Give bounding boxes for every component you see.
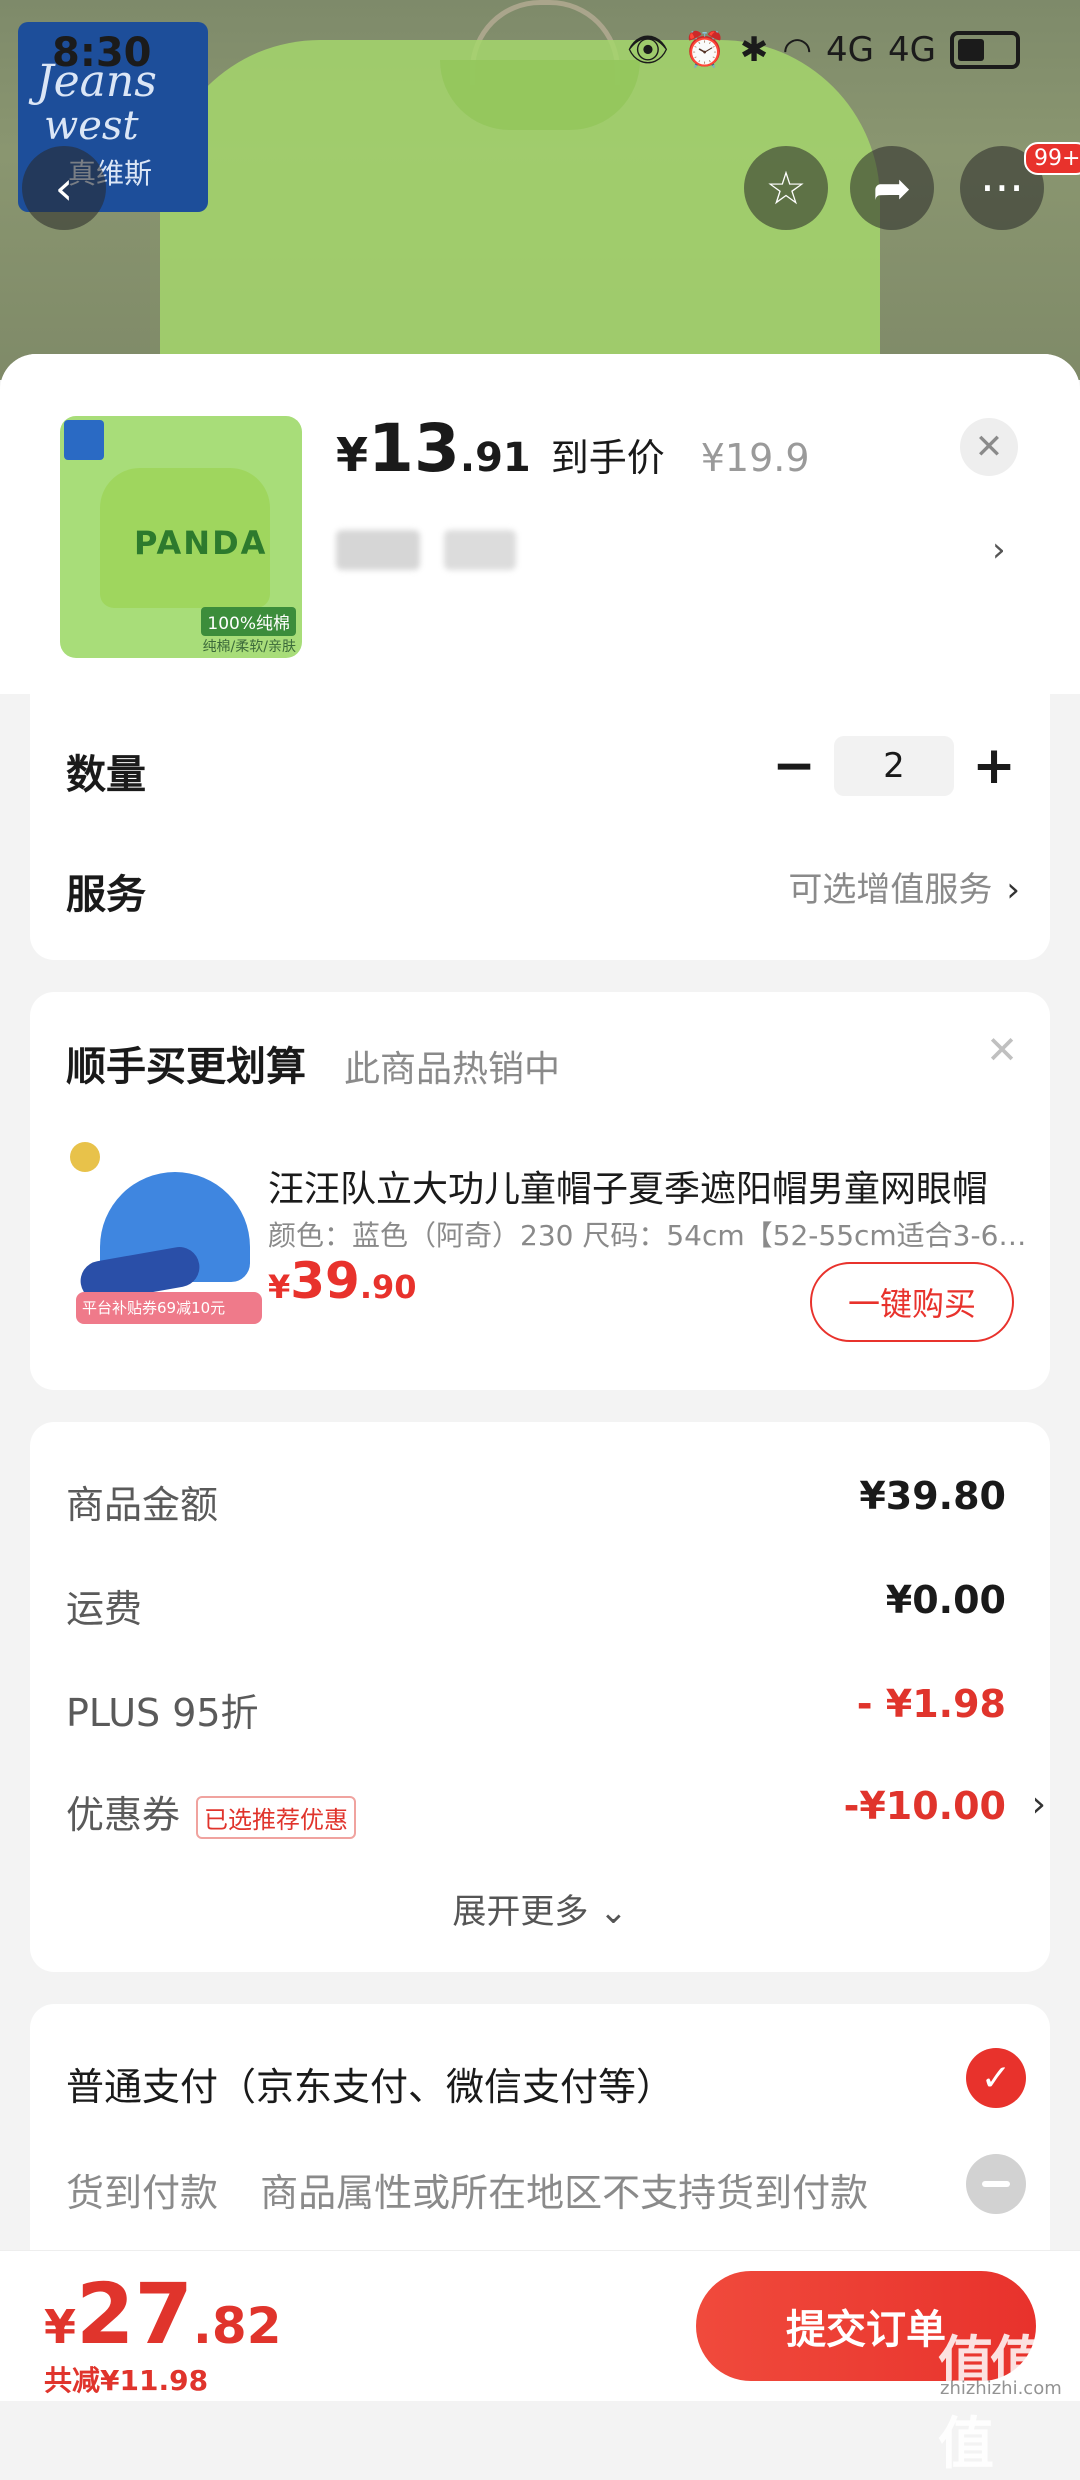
summary-label: 运费: [66, 1587, 143, 1631]
total-price: ¥ 27 .82: [44, 2265, 282, 2363]
summary-card: 商品金额 ¥39.80 运费 ¥0.00 PLUS 95折 - ¥1.98 优惠…: [30, 1422, 1050, 1972]
quantity-label: 数量: [66, 752, 146, 798]
service-label: 服务: [66, 872, 146, 918]
alarm-icon: ⏰: [683, 30, 726, 70]
expand-label: 展开更多: [452, 1892, 589, 1932]
service-selector[interactable]: 可选增值服务 ›: [788, 862, 1020, 911]
variant-blurred-1[interactable]: [336, 530, 420, 570]
summary-row-coupon[interactable]: 优惠券 已选推荐优惠 -¥10.00 ›: [66, 1784, 1046, 1839]
subsidy-tag: 平台补贴券69减10元: [76, 1292, 262, 1324]
share-icon: ➦: [872, 161, 912, 215]
status-time: 8:30: [52, 30, 152, 76]
price-label: 到手价: [550, 436, 665, 480]
payment-cod-note: 商品属性或所在地区不支持货到付款: [260, 2171, 869, 2215]
summary-value: - ¥1.98: [856, 1682, 1006, 1726]
recommend-subtitle: 此商品热销中: [344, 1049, 561, 1090]
battery-icon: [950, 31, 1020, 69]
recommend-item-spec: 颜色：蓝色（阿奇）230 尺码：54cm【52-55cm适合3-6岁】: [268, 1219, 1028, 1252]
recommend-title: 顺手买更划算: [66, 1044, 306, 1090]
price-currency: ¥: [336, 428, 369, 482]
coupon-tag: 已选推荐优惠: [196, 1796, 357, 1839]
more-icon: ···: [980, 161, 1024, 215]
options-card: 数量 − 2 + 服务 可选增值服务 ›: [30, 690, 1050, 960]
quantity-stepper: − 2 +: [764, 736, 1024, 796]
variant-blurred-2[interactable]: [444, 530, 516, 570]
summary-row-plus: PLUS 95折 - ¥1.98: [66, 1682, 1006, 1737]
close-icon: ✕: [974, 427, 1004, 467]
summary-label: 优惠券: [66, 1793, 181, 1837]
chevron-right-icon: ›: [1031, 1784, 1046, 1825]
thumb-cotton-sub: 纯棉/柔软/亲肤: [202, 639, 296, 655]
thumb-cotton-badge: 100%纯棉: [201, 607, 296, 636]
bottom-bar: ¥ 27 .82 共减¥11.98 提交订单: [0, 2250, 1080, 2401]
eye-icon: 👁: [626, 30, 670, 70]
summary-value: -¥10.00: [843, 1784, 1006, 1828]
back-button[interactable]: ‹: [22, 146, 106, 230]
total-currency: ¥: [44, 2300, 77, 2354]
summary-row-goods: 商品金额 ¥39.80: [66, 1474, 1006, 1529]
thumb-print-text: PANDA: [134, 524, 268, 562]
total-decimal: .82: [192, 2297, 282, 2355]
share-button[interactable]: ➦: [850, 146, 934, 230]
increment-button[interactable]: +: [964, 736, 1024, 796]
payment-normal-label: 普通支付（京东支付、微信支付等）: [66, 2065, 675, 2109]
disabled-icon: [966, 2154, 1026, 2214]
rec-price-dec: .90: [359, 1268, 417, 1306]
recommend-card: 顺手买更划算 此商品热销中 ✕ 平台补贴券69减10元 汪汪队立大功儿童帽子夏季…: [30, 992, 1050, 1390]
bluetooth-icon: ✱: [739, 30, 769, 70]
close-sheet-button[interactable]: ✕: [960, 418, 1018, 476]
signal-icon-2: 4G: [888, 30, 936, 70]
summary-label: PLUS 95折: [66, 1691, 259, 1735]
rec-currency: ¥: [268, 1268, 291, 1306]
price-integer: 13: [368, 410, 460, 487]
favorite-button[interactable]: ☆: [744, 146, 828, 230]
summary-row-shipping: 运费 ¥0.00: [66, 1578, 1006, 1633]
brand-mini-logo: [64, 420, 104, 460]
price-decimal: .91: [459, 435, 531, 481]
recommend-item-image[interactable]: 平台补贴券69减10元: [70, 1142, 266, 1332]
watermark: 值值值: [938, 2331, 1046, 2477]
payment-cod-label: 货到付款: [66, 2171, 219, 2215]
product-price: ¥ 13 .91 到手价 ¥19.9: [336, 410, 810, 487]
summary-value: ¥39.80: [859, 1474, 1006, 1518]
more-badge: 99+: [1024, 142, 1080, 175]
summary-value: ¥0.00: [885, 1578, 1006, 1622]
one-click-buy-button[interactable]: 一键购买: [810, 1262, 1014, 1342]
check-icon: ✓: [966, 2048, 1026, 2108]
chevron-right-icon[interactable]: ›: [992, 530, 1006, 570]
logo-line2: west: [44, 103, 139, 149]
wifi-icon: ◠: [782, 30, 813, 70]
payment-cod: 货到付款 商品属性或所在地区不支持货到付款: [66, 2154, 1026, 2217]
decrement-button[interactable]: −: [764, 736, 824, 796]
summary-label: 商品金额: [66, 1483, 219, 1527]
payment-normal[interactable]: 普通支付（京东支付、微信支付等） ✓: [66, 2048, 1026, 2111]
expand-more-button[interactable]: 展开更多 ⌄: [30, 1884, 1050, 1933]
quantity-value[interactable]: 2: [834, 736, 954, 796]
close-icon[interactable]: ✕: [986, 1028, 1018, 1072]
status-icons: 👁 ⏰ ✱ ◠ 4G 4G: [626, 30, 1020, 70]
signal-icon: 4G: [826, 30, 875, 70]
chevron-left-icon: ‹: [54, 161, 74, 215]
chevron-down-icon: ⌄: [599, 1892, 628, 1932]
product-thumbnail[interactable]: PANDA 100%纯棉 纯棉/柔软/亲肤: [60, 416, 302, 658]
service-value: 可选增值服务: [788, 870, 993, 910]
chevron-right-icon: ›: [1006, 870, 1020, 910]
paw-patrol-badge: [70, 1142, 100, 1172]
total-integer: 27: [76, 2265, 193, 2363]
original-price: ¥19.9: [700, 436, 810, 480]
recommend-item-price: ¥ 39 .90: [268, 1252, 417, 1310]
watermark-url: zhizhizhi.com: [940, 2378, 1062, 2399]
total-saved: 共减¥11.98: [44, 2364, 209, 2397]
recommend-item-name[interactable]: 汪汪队立大功儿童帽子夏季遮阳帽男童网眼帽: [268, 1160, 1028, 1212]
rec-price-int: 39: [290, 1252, 360, 1310]
star-icon: ☆: [765, 161, 807, 215]
